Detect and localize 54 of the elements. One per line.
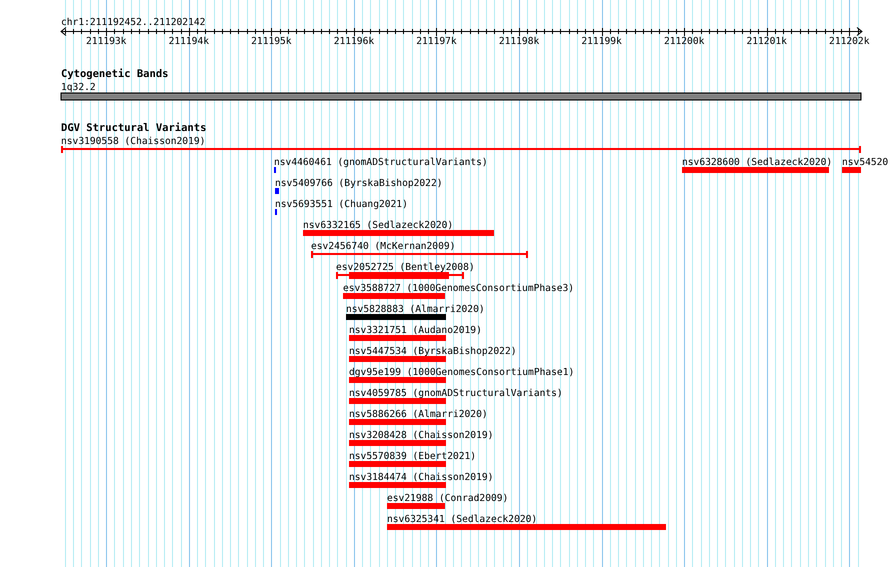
- variant-label: nsv5693551 (Chuang2021): [275, 199, 408, 210]
- variant-label: nsv3208428 (Chaisson2019): [349, 430, 494, 441]
- variant-label: esv21988 (Conrad2009): [387, 493, 508, 504]
- tick-label: 211196k: [334, 36, 374, 47]
- variant-bar[interactable]: [349, 398, 446, 404]
- variant-label: dgv95e199 (1000GenomesConsortiumPhase1): [349, 367, 574, 378]
- variant-bar[interactable]: [387, 503, 445, 509]
- variant-label: nsv5447534 (ByrskaBishop2022): [349, 346, 517, 357]
- variant-label: nsv4059785 (gnomADStructuralVariants): [349, 388, 563, 399]
- variant-label: nsv3321751 (Audano2019): [349, 325, 482, 336]
- variant-bar[interactable]: [349, 377, 446, 383]
- tick-label: 211193k: [86, 36, 126, 47]
- variant-bar[interactable]: [349, 419, 446, 425]
- variant-span[interactable]: [310, 250, 529, 259]
- variant-label: esv2456740 (McKernan2009): [311, 241, 456, 252]
- variant-bar[interactable]: [682, 167, 829, 173]
- variant-label: nsv3190558 (Chaisson2019): [61, 136, 206, 147]
- variant-bar[interactable]: [343, 293, 445, 299]
- variant-label: nsv5409766 (ByrskaBishop2022): [275, 178, 443, 189]
- track-title: Cytogenetic Bands: [61, 68, 168, 80]
- variant-bar[interactable]: [349, 356, 446, 362]
- variant-bar[interactable]: [349, 461, 446, 467]
- variant-label: esv2052725 (Bentley2008): [336, 262, 475, 273]
- variant-bar[interactable]: [303, 230, 494, 236]
- tick-label: 211202k: [829, 36, 870, 47]
- tick-label: 211200k: [664, 36, 704, 47]
- tick-label: 211194k: [168, 36, 210, 47]
- variant-bar[interactable]: [387, 524, 666, 530]
- tick-label: 211201k: [746, 36, 787, 47]
- variant-label: nsv3184474 (Chaisson2019): [349, 472, 494, 483]
- variant-bar[interactable]: [842, 167, 861, 173]
- tick-label: 211199k: [581, 36, 622, 47]
- variant-label: nsv54520: [842, 157, 888, 168]
- tick-label: 211197k: [416, 36, 457, 47]
- variant-bar[interactable]: [275, 188, 279, 194]
- variant-span[interactable]: [60, 145, 862, 154]
- variant-bar[interactable]: [349, 482, 446, 488]
- variant-span[interactable]: [335, 271, 465, 280]
- tick-label: 211198k: [498, 36, 540, 47]
- variant-label: nsv6328600 (Sedlazeck2020): [682, 157, 832, 168]
- tick-label: 211195k: [251, 36, 292, 47]
- variant-bar[interactable]: [349, 335, 446, 341]
- band-label: 1q32.2: [61, 82, 96, 93]
- variant-label: nsv4460461 (gnomADStructuralVariants): [274, 157, 488, 168]
- locus-label: chr1:211192452..211202142: [61, 17, 206, 28]
- variant-bar[interactable]: [346, 314, 446, 320]
- variant-label: nsv6325341 (Sedlazeck2020): [387, 514, 538, 525]
- track-title: DGV Structural Variants: [61, 122, 206, 134]
- variant-bar[interactable]: [349, 440, 446, 446]
- variant-label: nsv5886266 (Almarri2020): [349, 409, 488, 420]
- variant-label: esv3588727 (1000GenomesConsortiumPhase3): [343, 283, 574, 294]
- variant-label: nsv6332165 (Sedlazeck2020): [303, 220, 454, 231]
- variant-label: nsv5570839 (Ebert2021): [349, 451, 476, 462]
- variant-label: nsv5828883 (Almarri2020): [346, 304, 485, 315]
